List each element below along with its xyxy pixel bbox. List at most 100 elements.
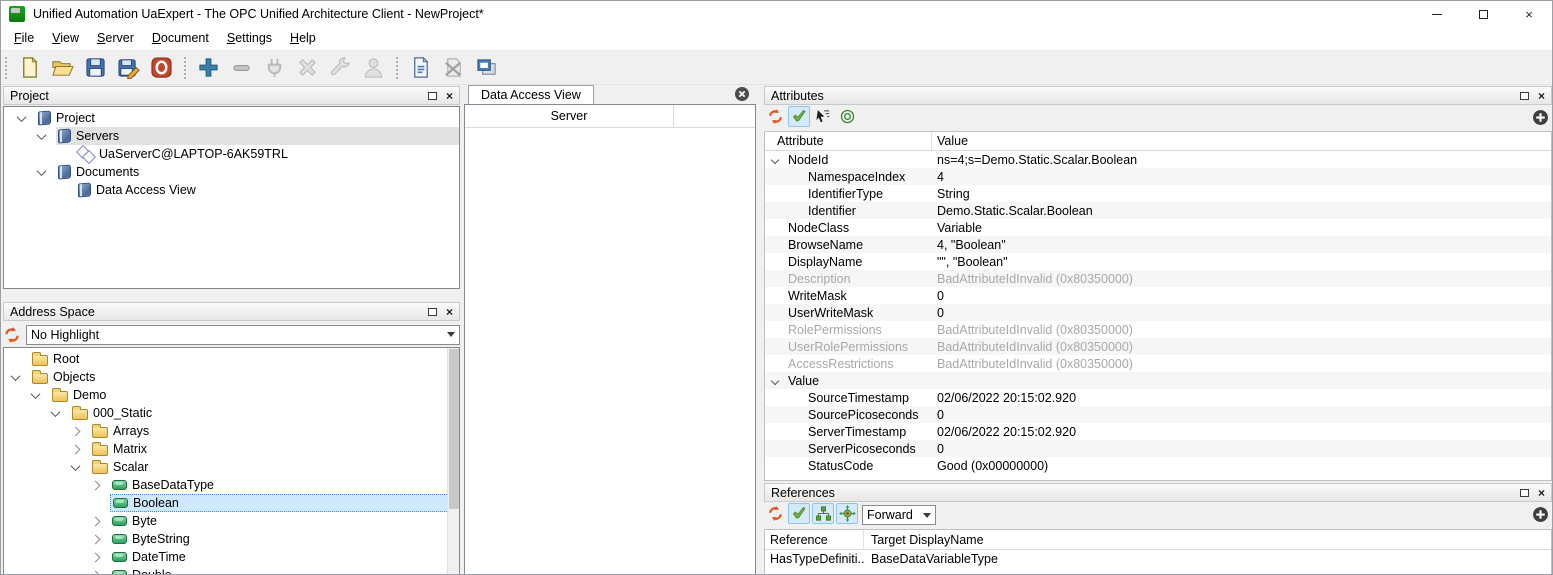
tab-data-access-view[interactable]: Data Access View	[468, 85, 594, 104]
highlight-selector[interactable]: No Highlight	[26, 325, 460, 345]
chevron-expanded-icon[interactable]	[17, 112, 27, 122]
attribute-row-servertimestamp[interactable]: ServerTimestamp02/06/2022 20:15:02.920	[765, 423, 1551, 440]
close-button[interactable]: ×	[1506, 1, 1552, 27]
menu-file[interactable]: File	[5, 27, 43, 50]
dav-column-server[interactable]: Server	[465, 105, 674, 128]
references-column-reference[interactable]: Reference	[765, 530, 864, 550]
attribute-row-identifiertype[interactable]: IdentifierTypeString	[765, 185, 1551, 202]
attribute-row-browsename[interactable]: BrowseName4, "Boolean"	[765, 236, 1551, 253]
attribute-row-sourcetimestamp[interactable]: SourceTimestamp02/06/2022 20:15:02.920	[765, 389, 1551, 406]
attribute-row-userwritemask[interactable]: UserWriteMask0	[765, 304, 1551, 321]
reference-row[interactable]: HasTypeDefiniti...BaseDataVariableType	[765, 550, 1551, 568]
chevron-collapsed-icon[interactable]	[91, 516, 101, 526]
address-space-row-root[interactable]: Root	[4, 350, 459, 368]
address-space-row-bytestring[interactable]: ByteString	[4, 530, 459, 548]
attribute-row-userrolepermissions[interactable]: UserRolePermissionsBadAttributeIdInvalid…	[765, 338, 1551, 355]
open-project-button[interactable]	[48, 54, 76, 82]
attribute-row-identifier[interactable]: IdentifierDemo.Static.Scalar.Boolean	[765, 202, 1551, 219]
address-space-scrollbar[interactable]	[447, 348, 459, 575]
references-hierarchy-toggle[interactable]	[812, 503, 834, 524]
menu-help[interactable]: Help	[281, 27, 325, 50]
address-space-row-scalar[interactable]: Scalar	[4, 458, 459, 476]
attribute-row-nodeid[interactable]: NodeIdns=4;s=Demo.Static.Scalar.Boolean	[765, 151, 1551, 168]
address-space-row-double[interactable]: Double	[4, 566, 459, 575]
chevron-collapsed-icon[interactable]	[91, 552, 101, 562]
address-space-row-000-static[interactable]: 000_Static	[4, 404, 459, 422]
chevron-expanded-icon[interactable]	[31, 389, 41, 399]
chevron-expanded-icon[interactable]	[11, 371, 21, 381]
project-close-icon[interactable]: ×	[446, 91, 453, 101]
attributes-column-attribute[interactable]: Attribute	[765, 132, 932, 151]
windows-button[interactable]	[472, 54, 500, 82]
attributes-float-icon[interactable]	[1520, 92, 1529, 100]
attributes-select-node-button[interactable]	[812, 106, 834, 127]
project-row-uaserverc-laptop-6ak59trl[interactable]: UaServerC@LAPTOP-6AK59TRL	[4, 145, 459, 163]
address-space-row-arrays[interactable]: Arrays	[4, 422, 459, 440]
attribute-row-value[interactable]: Value	[765, 372, 1551, 389]
attribute-row-displayname[interactable]: DisplayName"", "Boolean"	[765, 253, 1551, 270]
references-follow-toggle[interactable]	[836, 503, 858, 524]
references-auto-update-toggle[interactable]	[788, 503, 810, 524]
tab-close-button[interactable]	[734, 86, 750, 102]
chevron-collapsed-icon[interactable]	[71, 444, 81, 454]
chevron-collapsed-icon[interactable]	[91, 480, 101, 490]
attributes-auto-update-toggle[interactable]	[788, 106, 810, 127]
references-options-button[interactable]	[1532, 506, 1549, 523]
references-float-icon[interactable]	[1520, 489, 1529, 497]
address-space-row-boolean[interactable]: Boolean	[4, 494, 459, 512]
address-space-row-demo[interactable]: Demo	[4, 386, 459, 404]
address-space-row-basedatatype[interactable]: BaseDataType	[4, 476, 459, 494]
project-row-project[interactable]: Project	[4, 109, 459, 127]
menu-server[interactable]: Server	[88, 27, 143, 50]
attribute-row-serverpicoseconds[interactable]: ServerPicoseconds0	[765, 440, 1551, 457]
scrollbar-thumb[interactable]	[449, 349, 459, 509]
address-space-row-byte[interactable]: Byte	[4, 512, 459, 530]
address-space-row-objects[interactable]: Objects	[4, 368, 459, 386]
menu-document[interactable]: Document	[143, 27, 218, 50]
address-space-row-matrix[interactable]: Matrix	[4, 440, 459, 458]
attribute-row-description[interactable]: DescriptionBadAttributeIdInvalid (0x8035…	[765, 270, 1551, 287]
attributes-highlight-button[interactable]	[836, 106, 858, 127]
attribute-row-writemask[interactable]: WriteMask0	[765, 287, 1551, 304]
new-project-button[interactable]	[15, 54, 43, 82]
save-project-as-button[interactable]	[114, 54, 142, 82]
add-document-button[interactable]	[406, 54, 434, 82]
attribute-row-statuscode[interactable]: StatusCodeGood (0x00000000)	[765, 457, 1551, 474]
references-column-target[interactable]: Target DisplayName	[864, 533, 984, 547]
chevron-expanded-icon[interactable]	[37, 166, 47, 176]
remove-server-button[interactable]	[227, 54, 255, 82]
attribute-row-namespaceindex[interactable]: NamespaceIndex4	[765, 168, 1551, 185]
project-row-documents[interactable]: Documents	[4, 163, 459, 181]
references-direction-selector[interactable]: Forward	[862, 505, 936, 525]
address-space-close-icon[interactable]: ×	[446, 307, 453, 317]
chevron-expanded-icon[interactable]	[51, 407, 61, 417]
attribute-row-accessrestrictions[interactable]: AccessRestrictionsBadAttributeIdInvalid …	[765, 355, 1551, 372]
project-row-data-access-view[interactable]: Data Access View	[4, 181, 459, 199]
ua-refresh-icon[interactable]	[3, 326, 21, 344]
chevron-collapsed-icon[interactable]	[91, 570, 101, 575]
chevron-collapsed-icon[interactable]	[71, 426, 81, 436]
address-space-float-icon[interactable]	[428, 308, 437, 316]
chevron-collapsed-icon[interactable]	[91, 534, 101, 544]
project-row-servers[interactable]: Servers	[4, 127, 459, 145]
attribute-row-rolepermissions[interactable]: RolePermissionsBadAttributeIdInvalid (0x…	[765, 321, 1551, 338]
attributes-refresh-button[interactable]	[764, 106, 786, 127]
address-space-row-datetime[interactable]: DateTime	[4, 548, 459, 566]
attributes-close-icon[interactable]: ×	[1538, 91, 1545, 101]
attribute-row-nodeclass[interactable]: NodeClassVariable	[765, 219, 1551, 236]
save-project-button[interactable]	[81, 54, 109, 82]
attributes-column-value[interactable]: Value	[932, 134, 968, 148]
menu-settings[interactable]: Settings	[218, 27, 281, 50]
references-refresh-button[interactable]	[764, 503, 786, 524]
attributes-options-button[interactable]	[1532, 109, 1549, 126]
attribute-row-sourcepicoseconds[interactable]: SourcePicoseconds0	[765, 406, 1551, 423]
menu-view[interactable]: View	[43, 27, 88, 50]
project-float-icon[interactable]	[428, 92, 437, 100]
chevron-expanded-icon[interactable]	[37, 130, 47, 140]
add-server-button[interactable]	[194, 54, 222, 82]
chevron-expanded-icon[interactable]	[71, 461, 81, 471]
minimize-button[interactable]	[1414, 1, 1460, 27]
maximize-button[interactable]	[1460, 1, 1506, 27]
exit-button[interactable]	[147, 54, 175, 82]
references-close-icon[interactable]: ×	[1538, 488, 1545, 498]
